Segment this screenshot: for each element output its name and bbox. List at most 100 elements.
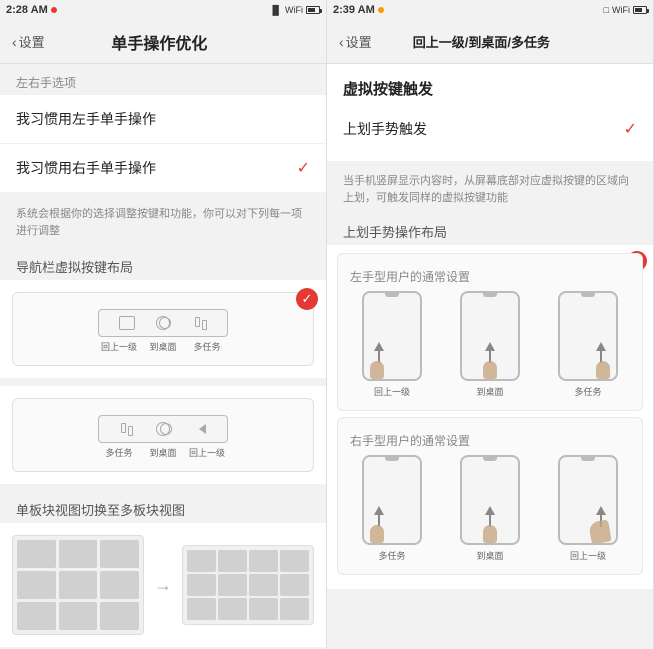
layout1-label-1: 到桌面 bbox=[141, 340, 185, 353]
nav-layout-card-1[interactable]: ✓ 回上一级 bbox=[0, 280, 326, 378]
layout1-navbar bbox=[98, 309, 228, 337]
left-status-icons: ▐▌ WiFi bbox=[269, 5, 320, 15]
layout1-label-0: 回上一级 bbox=[97, 340, 141, 353]
left-gesture-label-2: 多任务 bbox=[574, 385, 601, 398]
left-hand-gesture-grid: 回上一级 到桌面 bbox=[346, 287, 634, 402]
right-arrow-2 bbox=[485, 506, 495, 527]
phone-notch-3 bbox=[581, 293, 595, 297]
multitask2-btn-icon bbox=[121, 423, 133, 436]
phone-notch-2 bbox=[483, 293, 497, 297]
nav-layout-card-2[interactable]: 多任务 到桌面 回上一级 bbox=[0, 386, 326, 484]
right-hand-group: 右手型用户的通常设置 多任务 bbox=[337, 417, 643, 575]
left-content: 左右手选项 我习惯用左手单手操作 我习惯用右手单手操作 ✓ 系统会根据你的选择调… bbox=[0, 64, 326, 649]
right-phone-body-3 bbox=[558, 455, 618, 545]
left-phone-2: 到桌面 bbox=[444, 291, 536, 398]
home-btn-icon bbox=[159, 317, 171, 329]
battery-icon bbox=[306, 6, 320, 14]
layout1-mockup: 回上一级 到桌面 多任务 bbox=[23, 303, 303, 355]
right-phone-body-2 bbox=[460, 455, 520, 545]
layout1-inner: 回上一级 到桌面 多任务 bbox=[12, 292, 314, 366]
left-nav-bar: ‹ 设置 单手操作优化 bbox=[0, 20, 326, 64]
right-arrow-1 bbox=[374, 506, 384, 527]
right-phone-2: 到桌面 bbox=[444, 455, 536, 562]
back2-btn-icon bbox=[199, 424, 206, 434]
layout1-selected-icon: ✓ bbox=[296, 288, 318, 310]
gesture-layout-card: ✓ 左手型用户的通常设置 bbox=[327, 245, 653, 589]
right-hand-label: 我习惯用右手单手操作 bbox=[16, 158, 156, 178]
left-gesture-label-0: 回上一级 bbox=[374, 385, 410, 398]
nav-layout-section-title: 导航栏虚拟按键布局 bbox=[0, 249, 326, 280]
right-gesture-label-2: 回上一级 bbox=[570, 549, 606, 562]
back-btn-icon bbox=[119, 316, 135, 330]
right-hand-check-icon: ✓ bbox=[297, 158, 310, 178]
right-hand-group-label: 右手型用户的通常设置 bbox=[346, 426, 634, 451]
right-gesture-label-0: 多任务 bbox=[378, 549, 405, 562]
phone-body-1 bbox=[362, 291, 422, 381]
left-hand-option[interactable]: 我习惯用左手单手操作 bbox=[0, 95, 326, 144]
gesture-desc: 当手机竖屏显示内容时，从屏幕底部对应虚拟按键的区域向上划，可触发同样的虚拟按键功… bbox=[327, 169, 653, 214]
left-time: 2:28 AM bbox=[6, 4, 48, 16]
right-hand-gesture-grid: 多任务 到桌面 bbox=[346, 451, 634, 566]
left-status-dot bbox=[51, 5, 57, 16]
handedness-section-label: 左右手选项 bbox=[0, 64, 326, 95]
right-phone-notch-3 bbox=[581, 457, 595, 461]
right-battery-icon bbox=[633, 6, 647, 14]
left-hand-label: 我习惯用左手单手操作 bbox=[16, 109, 156, 129]
left-phone-1: 回上一级 bbox=[346, 291, 438, 398]
layout1-labels: 回上一级 到桌面 多任务 bbox=[93, 340, 233, 353]
finger-icon-1 bbox=[370, 361, 384, 379]
right-phone-3: 回上一级 bbox=[542, 455, 634, 562]
right-page-title: 回上一级/到桌面/多任务 bbox=[327, 32, 641, 51]
arrow-up-left bbox=[374, 342, 384, 363]
signal-icon: ▐▌ bbox=[269, 5, 282, 15]
swipe-up-label: 上划手势触发 bbox=[343, 119, 427, 139]
wifi-icon: WiFi bbox=[285, 5, 303, 15]
swipe-up-check-icon: ✓ bbox=[624, 119, 637, 139]
arrow-up-center bbox=[485, 342, 495, 363]
gesture-layout-label: 上划手势操作布局 bbox=[327, 214, 653, 245]
right-status-icons: □ WiFi bbox=[604, 5, 647, 15]
layout2-navbar bbox=[98, 415, 228, 443]
layout2-mockup: 多任务 到桌面 回上一级 bbox=[23, 409, 303, 461]
grid-view-container: → bbox=[12, 535, 314, 635]
layout2-inner: 多任务 到桌面 回上一级 bbox=[12, 398, 314, 472]
single-grid bbox=[12, 535, 144, 635]
right-phone-1: 多任务 bbox=[346, 455, 438, 562]
grid-section-label: 单板块视图切换至多板块视图 bbox=[0, 492, 326, 523]
arrow-icon: → bbox=[154, 575, 172, 596]
finger-icon-2 bbox=[483, 361, 497, 379]
right-phone-body-1 bbox=[362, 455, 422, 545]
left-phone-3: 多任务 bbox=[542, 291, 634, 398]
left-hand-group-label: 左手型用户的通常设置 bbox=[346, 262, 634, 287]
virtual-btn-title: 虚拟按键触发 bbox=[343, 78, 637, 99]
right-phone-notch-2 bbox=[483, 457, 497, 461]
right-hand-option[interactable]: 我习惯用右手单手操作 ✓ bbox=[0, 144, 326, 192]
phone-notch-1 bbox=[385, 293, 399, 297]
phone-body-3 bbox=[558, 291, 618, 381]
handedness-desc: 系统会根据你的选择调整按键和功能，你可以对下列每一项进行调整 bbox=[0, 200, 326, 249]
right-finger-1 bbox=[370, 525, 384, 543]
left-status-bar: 2:28 AM ▐▌ WiFi bbox=[0, 0, 326, 20]
handedness-card: 我习惯用左手单手操作 我习惯用右手单手操作 ✓ bbox=[0, 95, 326, 192]
right-finger-2 bbox=[483, 525, 497, 543]
multitask-btn-icon bbox=[195, 317, 207, 330]
left-hand-group: 左手型用户的通常设置 bbox=[337, 253, 643, 411]
layout2-label-2: 回上一级 bbox=[185, 446, 229, 459]
layout1-label-2: 多任务 bbox=[185, 340, 229, 353]
right-time: 2:39 AM bbox=[333, 4, 375, 16]
layout2-labels: 多任务 到桌面 回上一级 bbox=[93, 446, 233, 459]
right-status-bar: 2:39 AM □ WiFi bbox=[327, 0, 653, 20]
swipe-up-option[interactable]: 上划手势触发 ✓ bbox=[343, 111, 637, 147]
right-content: 虚拟按键触发 上划手势触发 ✓ 当手机竖屏显示内容时，从屏幕底部对应虚拟按键的区… bbox=[327, 64, 653, 649]
right-gesture-label-1: 到桌面 bbox=[476, 549, 503, 562]
left-gesture-label-1: 到桌面 bbox=[476, 385, 503, 398]
left-page-title: 单手操作优化 bbox=[5, 30, 314, 54]
left-panel: 2:28 AM ▐▌ WiFi ‹ 设置 单手操作优化 左右手选项 我习惯用左手… bbox=[0, 0, 327, 649]
layout2-label-1: 到桌面 bbox=[141, 446, 185, 459]
right-panel: 2:39 AM □ WiFi ‹ 设置 回上一级/到桌面/多任务 虚拟按键触发 … bbox=[327, 0, 654, 649]
right-signal-icon: □ bbox=[604, 5, 609, 15]
right-status-dot bbox=[378, 5, 384, 16]
layout2-label-0: 多任务 bbox=[97, 446, 141, 459]
home2-btn-icon bbox=[160, 423, 172, 435]
arrow-up-right bbox=[596, 342, 606, 363]
